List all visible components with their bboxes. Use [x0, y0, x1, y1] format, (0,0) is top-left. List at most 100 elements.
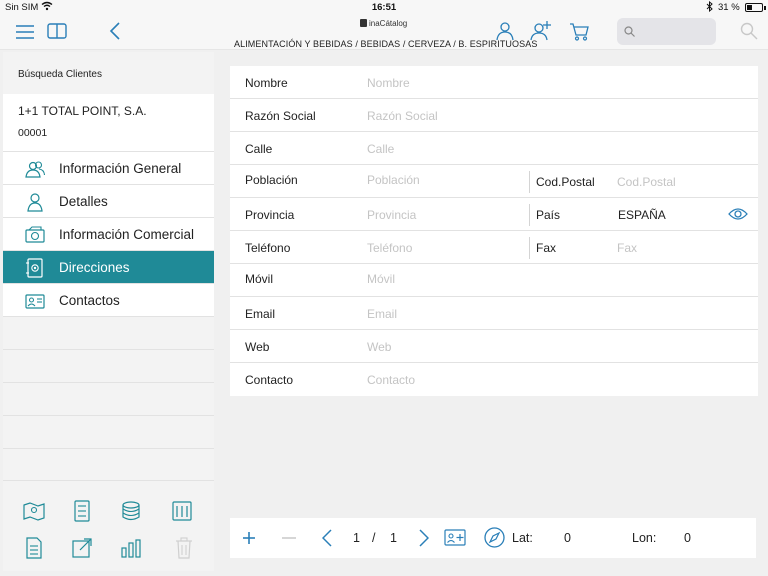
calle-field[interactable] — [367, 140, 727, 158]
field-label: Calle — [245, 142, 273, 156]
document-list-icon[interactable] — [71, 500, 93, 522]
column-divider — [529, 237, 530, 259]
sidebar-toolbar — [3, 480, 214, 571]
empty-row — [3, 383, 214, 416]
field-label: Razón Social — [245, 109, 316, 123]
battery-icon — [745, 3, 763, 12]
form-row-web: Web — [230, 330, 758, 363]
remove-icon[interactable] — [282, 537, 296, 539]
email-field[interactable] — [367, 305, 727, 323]
global-search-icon[interactable] — [740, 22, 758, 40]
bluetooth-icon — [706, 1, 713, 12]
pais-value[interactable]: ESPAÑA — [618, 208, 666, 222]
page-separator: / — [372, 531, 376, 545]
empty-row — [3, 449, 214, 482]
telefono-field[interactable] — [367, 239, 517, 257]
lat-value: 0 — [564, 531, 571, 545]
field-label: País — [536, 208, 561, 222]
sidebar-item-contactos[interactable]: Contactos — [3, 284, 214, 317]
field-label: Contacto — [245, 373, 294, 387]
client-code: 00001 — [18, 127, 48, 139]
previous-chevron-icon[interactable] — [322, 529, 332, 547]
sidebar-item-label: Direcciones — [59, 260, 130, 275]
sidebar-item-informacion-general[interactable]: Información General — [3, 152, 214, 185]
form-row-contacto: Contacto — [230, 363, 758, 396]
empty-row — [3, 317, 214, 350]
empty-row — [3, 416, 214, 449]
eye-icon[interactable] — [728, 207, 748, 221]
razon-social-field[interactable] — [367, 107, 727, 125]
bar-chart-icon[interactable] — [120, 537, 142, 559]
coins-icon[interactable] — [120, 500, 142, 522]
provincia-field[interactable] — [367, 206, 517, 224]
sidebar-item-label: Información Comercial — [59, 227, 195, 242]
user-icon[interactable] — [495, 21, 515, 41]
add-contact-icon[interactable] — [444, 528, 466, 546]
cart-icon[interactable] — [569, 22, 589, 41]
column-divider — [529, 204, 530, 226]
field-label: Web — [245, 340, 270, 354]
field-label: Población — [245, 173, 298, 187]
add-user-icon[interactable] — [530, 20, 552, 41]
sidebar-item-label: Detalles — [59, 194, 108, 209]
form-row-poblacion: Población Cod.Postal — [230, 165, 758, 198]
empty-row — [3, 350, 214, 383]
trash-icon[interactable] — [173, 537, 195, 559]
lat-label: Lat: — [512, 531, 533, 545]
brand-logo-icon — [360, 19, 367, 27]
movil-field[interactable] — [367, 270, 727, 288]
column-divider — [529, 171, 530, 193]
web-field[interactable] — [367, 338, 727, 356]
cod-postal-field[interactable] — [617, 173, 717, 191]
back-chevron-icon[interactable] — [109, 22, 121, 40]
lon-label: Lon: — [632, 531, 657, 545]
document-icon[interactable] — [23, 537, 45, 559]
next-chevron-icon[interactable] — [419, 529, 429, 547]
search-box[interactable] — [617, 18, 716, 45]
status-bar: Sin SIM 16:51 31 % — [0, 0, 768, 16]
users-icon — [25, 161, 45, 178]
split-view-icon[interactable] — [47, 23, 67, 39]
money-icon — [25, 226, 45, 243]
battery-percent: 31 % — [718, 2, 740, 13]
sidebar-item-detalles[interactable]: Detalles — [3, 185, 214, 218]
search-icon — [624, 26, 635, 37]
address-form: Nombre Razón Social Calle Población Cod.… — [230, 66, 758, 396]
page-current: 1 — [353, 531, 360, 545]
field-label: Móvil — [245, 272, 274, 286]
calculator-icon[interactable] — [171, 500, 193, 522]
fax-field[interactable] — [617, 239, 717, 257]
map-icon[interactable] — [23, 500, 45, 522]
clock: 16:51 — [371, 2, 397, 13]
contact-card-icon — [25, 294, 45, 309]
client-name: 1+1 TOTAL POINT, S.A. — [18, 104, 147, 118]
field-label: Teléfono — [245, 241, 291, 255]
form-row-telefono: Teléfono Fax — [230, 231, 758, 264]
sidebar-menu: Información General Detalles Información… — [3, 152, 214, 482]
form-row-calle: Calle — [230, 132, 758, 165]
sidebar-item-informacion-comercial[interactable]: Información Comercial — [3, 218, 214, 251]
address-book-icon — [26, 258, 43, 278]
battery-tip — [764, 6, 766, 10]
compass-icon[interactable] — [484, 527, 505, 548]
bottom-toolbar: 1 / 1 Lat: 0 Lon: 0 — [230, 518, 756, 558]
poblacion-field[interactable] — [367, 171, 517, 189]
field-label: Fax — [536, 241, 557, 255]
menu-icon[interactable] — [15, 24, 35, 40]
nombre-field[interactable] — [367, 74, 727, 92]
external-link-icon[interactable] — [71, 537, 93, 559]
user-icon — [27, 193, 43, 212]
field-label: Cod.Postal — [536, 175, 595, 189]
sidebar: Búsqueda Clientes 1+1 TOTAL POINT, S.A. … — [3, 52, 214, 571]
sidebar-item-direcciones[interactable]: Direcciones — [3, 251, 214, 284]
form-row-email: Email — [230, 297, 758, 330]
field-label: Nombre — [245, 76, 288, 90]
sidebar-item-label: Contactos — [59, 293, 120, 308]
form-row-provincia: Provincia País ESPAÑA — [230, 198, 758, 231]
brand-label: inaCátalog — [369, 19, 408, 28]
sidebar-title: Búsqueda Clientes — [3, 52, 214, 94]
contacto-field[interactable] — [367, 371, 727, 389]
form-row-nombre: Nombre — [230, 66, 758, 99]
search-input[interactable] — [639, 23, 711, 39]
add-icon[interactable] — [242, 531, 256, 545]
